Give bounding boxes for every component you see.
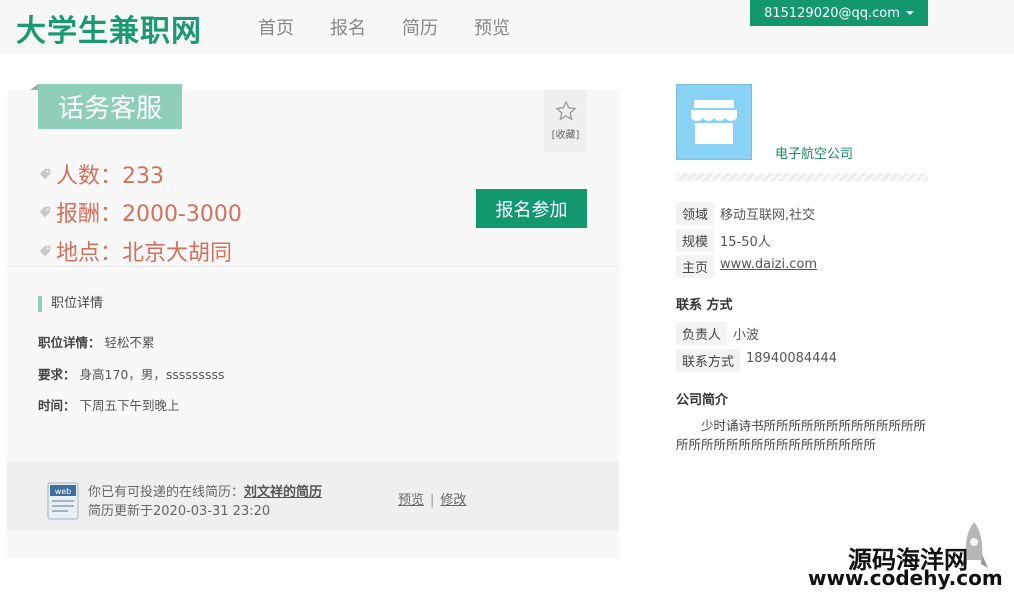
- description-label: 职位详情：: [38, 335, 101, 350]
- site-logo[interactable]: 大学生兼职网: [16, 6, 202, 50]
- resume-status-prefix: 你已有可投递的在线简历：: [88, 485, 245, 500]
- field-label: 领域: [676, 202, 715, 225]
- resume-icon-label: web: [55, 487, 72, 496]
- homepage-link[interactable]: www.daizi.com: [720, 257, 817, 272]
- requirement-value: 身高170，男，sssssssss: [79, 367, 225, 382]
- headcount-line: 人数：233: [38, 158, 164, 190]
- favorite-button[interactable]: [收藏]: [544, 90, 587, 152]
- location-line: 地点：北京大胡同: [38, 235, 232, 267]
- company-name-link[interactable]: 电子航空公司: [775, 143, 853, 162]
- contact-person: 负责人 小波: [676, 322, 759, 345]
- star-icon: [554, 100, 577, 121]
- headcount: 人数：233: [56, 164, 164, 189]
- description-value: 轻松不累: [104, 335, 155, 350]
- watermark-url: www.codehy.com: [808, 566, 1003, 590]
- detail-time: 时间： 下周五下午到晚上: [38, 395, 180, 414]
- company-homepage: 主页 www.daizi.com: [676, 255, 817, 278]
- job-title: 话务客服: [38, 84, 182, 129]
- section-title-job-detail: 职位详情: [38, 296, 103, 312]
- contact-phone: 联系方式 18940084444: [676, 349, 837, 372]
- company-scale: 规模 15-50人: [676, 229, 771, 252]
- caret-down-icon: [905, 11, 914, 15]
- phone-label: 联系方式: [676, 349, 741, 372]
- detail-requirement: 要求： 身高170，男，sssssssss: [38, 364, 225, 383]
- main-nav: 首页 报名 简历 预览: [258, 14, 510, 40]
- nav-home[interactable]: 首页: [258, 14, 294, 40]
- company-logo[interactable]: [676, 84, 752, 160]
- company-field: 领域 移动互联网,社交: [676, 202, 815, 225]
- top-header: 大学生兼职网 首页 报名 简历 预览 815129020@qq.com: [0, 0, 1014, 54]
- intro-heading: 公司简介: [676, 393, 729, 408]
- field-value: 移动互联网,社交: [720, 208, 816, 223]
- tag-icon: [39, 168, 51, 180]
- phone-value: 18940084444: [746, 351, 837, 366]
- resume-updated: 简历更新于2020-03-31 23:20: [88, 504, 271, 519]
- nav-preview[interactable]: 预览: [474, 14, 510, 40]
- link-separator: |: [430, 493, 435, 508]
- resume-bar-footer: [7, 531, 619, 559]
- time-value: 下周五下午到晚上: [79, 398, 180, 413]
- location: 地点：北京大胡同: [56, 241, 233, 266]
- scale-label: 规模: [676, 229, 715, 252]
- resume-status: 你已有可投递的在线简历：刘文祥的简历: [88, 481, 322, 500]
- resume-edit-link[interactable]: 修改: [440, 493, 466, 508]
- user-email: 815129020@qq.com: [764, 5, 900, 21]
- resume-document-icon: web: [47, 482, 79, 520]
- pay: 报酬：2000-3000: [56, 202, 242, 227]
- user-account-dropdown[interactable]: 815129020@qq.com: [750, 0, 928, 26]
- shop-icon: [691, 100, 737, 144]
- contact-heading: 联系 方式: [676, 298, 733, 313]
- requirement-label: 要求：: [38, 367, 76, 382]
- title-ribbon-fold: [30, 84, 38, 90]
- time-label: 时间：: [38, 398, 76, 413]
- tag-icon: [39, 206, 51, 218]
- nav-signup[interactable]: 报名: [330, 14, 366, 40]
- person-value: 小波: [733, 328, 760, 343]
- person-label: 负责人: [676, 322, 728, 345]
- company-intro: 少时诵诗书所所所所所所所所所所所所所所所所所所所所所所所所所所所所所: [676, 418, 927, 452]
- nav-resume[interactable]: 简历: [402, 14, 438, 40]
- favorite-label: [收藏]: [551, 130, 580, 141]
- resume-name-link[interactable]: 刘文祥的简历: [244, 485, 322, 500]
- scale-value: 15-50人: [720, 235, 771, 250]
- detail-description: 职位详情： 轻松不累: [38, 332, 155, 351]
- homepage-label: 主页: [676, 255, 715, 278]
- resume-preview-link[interactable]: 预览: [398, 493, 424, 508]
- tag-icon: [39, 245, 51, 257]
- resume-actions: 预览 | 修改: [398, 489, 466, 508]
- signup-button[interactable]: 报名参加: [476, 189, 587, 228]
- striped-divider: [676, 173, 928, 181]
- pay-line: 报酬：2000-3000: [38, 196, 242, 228]
